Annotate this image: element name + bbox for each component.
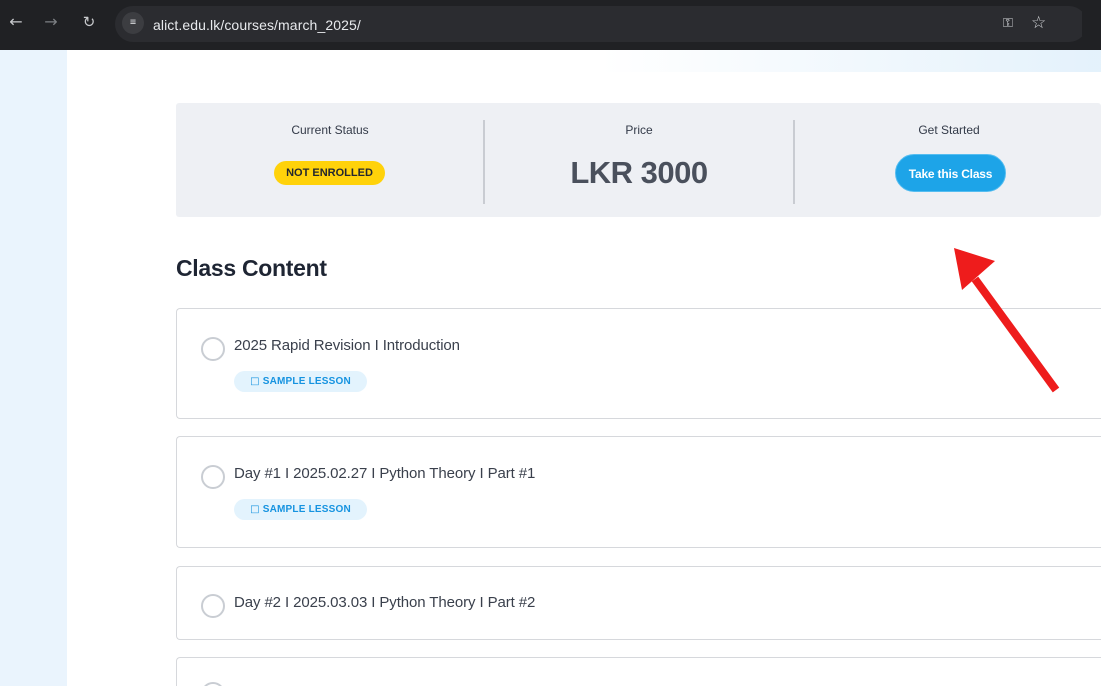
lock-icon: □ (250, 376, 260, 387)
url-text[interactable]: alict.edu.lk/courses/march_2025/ (153, 16, 361, 34)
tune-icon[interactable]: ≡ (122, 12, 144, 34)
left-rail (0, 50, 67, 686)
price-column: Price LKR 3000 (484, 103, 794, 217)
lesson-item[interactable] (176, 657, 1101, 686)
star-outline-icon[interactable]: ☆ (1031, 13, 1051, 33)
key-icon[interactable]: ⚿ (1003, 16, 1023, 32)
get-started-label: Get Started (918, 123, 980, 137)
current-status-label: Current Status (291, 123, 369, 137)
sample-lesson-text: SAMPLE LESSON (262, 376, 351, 387)
lock-icon: □ (250, 504, 260, 515)
lesson-item[interactable]: Day #1 I 2025.02.27 I Python Theory I Pa… (176, 436, 1101, 548)
status-badge: NOT ENROLLED (274, 161, 385, 185)
price-label: Price (625, 123, 653, 137)
lesson-status-icon (201, 465, 225, 489)
arrow-right-icon[interactable]: → (41, 12, 61, 32)
lesson-status-icon (201, 337, 225, 361)
sample-lesson-badge: □ SAMPLE LESSON (234, 371, 367, 392)
lesson-title[interactable]: Day #2 I 2025.03.03 I Python Theory I Pa… (234, 594, 535, 611)
arrow-left-icon[interactable]: ← (6, 12, 26, 32)
browser-toolbar: ← → ↻ ≡ alict.edu.lk/courses/march_2025/… (0, 0, 1101, 50)
status-column: Current Status NOT ENROLLED (176, 103, 484, 217)
lesson-item[interactable]: Day #2 I 2025.03.03 I Python Theory I Pa… (176, 566, 1101, 640)
reload-icon[interactable]: ↻ (79, 12, 99, 32)
lesson-status-icon (201, 682, 225, 686)
price-value: LKR 3000 (570, 155, 708, 190)
get-started-column: Get Started Take this Class (794, 103, 1101, 217)
sample-lesson-text: SAMPLE LESSON (262, 504, 351, 515)
enrollment-summary: Current Status NOT ENROLLED Price LKR 30… (176, 103, 1101, 217)
lesson-status-icon (201, 594, 225, 618)
annotation-arrow-icon (954, 248, 1060, 393)
arrow-shaft (971, 276, 1060, 393)
take-this-class-button[interactable]: Take this Class (895, 154, 1006, 192)
course-page: Current Status NOT ENROLLED Price LKR 30… (0, 50, 1101, 686)
class-content-heading: Class Content (176, 255, 327, 281)
sample-lesson-badge: □ SAMPLE LESSON (234, 499, 367, 520)
header-gradient (600, 50, 1101, 72)
lesson-title[interactable]: Day #1 I 2025.02.27 I Python Theory I Pa… (234, 465, 535, 482)
lesson-title[interactable]: 2025 Rapid Revision I Introduction (234, 337, 460, 354)
toolbar-edge (1082, 12, 1101, 36)
